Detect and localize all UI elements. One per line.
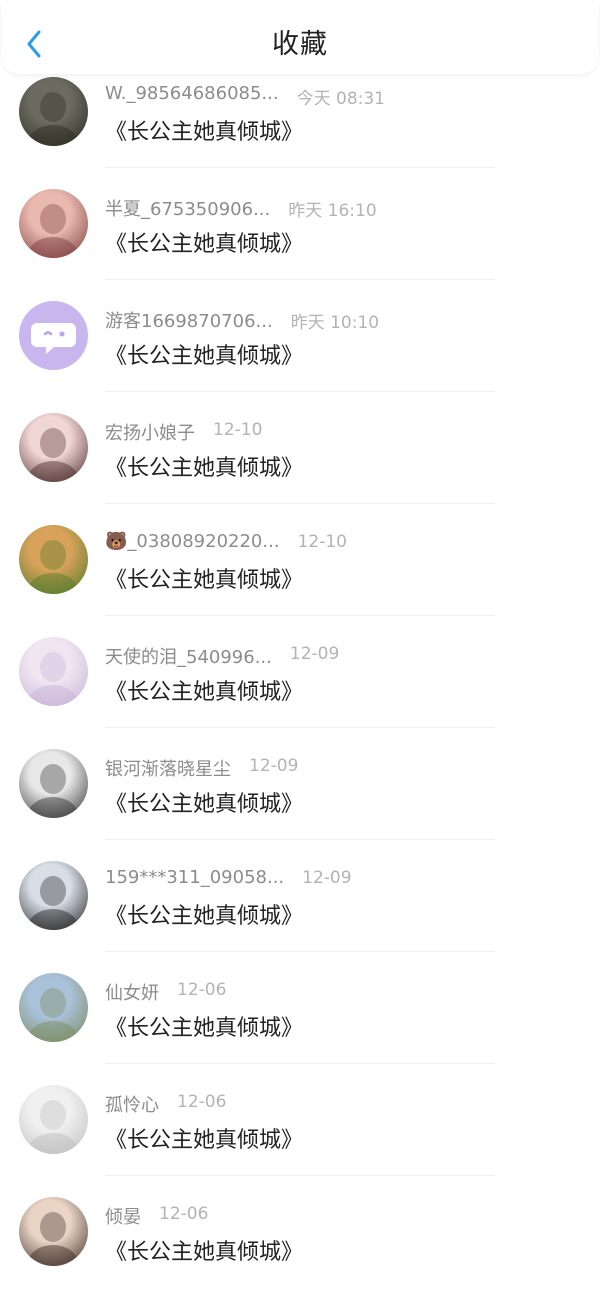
user-name[interactable]: 🐻_03808920220... bbox=[105, 531, 280, 552]
divider bbox=[105, 1175, 495, 1176]
user-name[interactable]: 159***311_09058... bbox=[105, 867, 284, 888]
avatar[interactable] bbox=[19, 973, 88, 1042]
book-title-link[interactable]: 《长公主她真倾城》 bbox=[105, 1122, 303, 1154]
book-title-link[interactable]: 《长公主她真倾城》 bbox=[105, 226, 303, 258]
list-item[interactable]: 宏扬小娘子 12-10 《长公主她真倾城》 bbox=[0, 413, 600, 525]
avatar[interactable] bbox=[19, 525, 88, 594]
divider bbox=[105, 279, 495, 280]
avatar[interactable] bbox=[19, 861, 88, 930]
divider bbox=[105, 727, 495, 728]
profile-photo bbox=[27, 876, 79, 930]
timestamp: 昨天 10:10 bbox=[290, 313, 380, 333]
timestamp: 12-06 bbox=[177, 980, 227, 1000]
book-title-link[interactable]: 《长公主她真倾城》 bbox=[105, 1234, 303, 1266]
user-name[interactable]: 银河渐落晓星尘 bbox=[105, 755, 231, 781]
timestamp: 12-09 bbox=[249, 756, 299, 776]
user-name[interactable]: 倾晏 bbox=[105, 1203, 141, 1229]
list-item[interactable]: W._98564686085... 今天 08:31 《长公主她真倾城》 bbox=[0, 77, 600, 189]
page-title: 收藏 bbox=[272, 29, 328, 60]
profile-photo bbox=[27, 764, 79, 818]
list-item[interactable]: 仙女妍 12-06 《长公主她真倾城》 bbox=[0, 973, 600, 1085]
divider bbox=[105, 1063, 495, 1064]
avatar[interactable] bbox=[19, 301, 88, 370]
list-item[interactable]: 游客1669870706... 昨天 10:10 《长公主她真倾城》 bbox=[0, 301, 600, 413]
profile-photo bbox=[27, 988, 79, 1042]
chat-bubble-icon bbox=[31, 323, 76, 354]
profile-photo bbox=[27, 1212, 79, 1266]
list-item[interactable]: 半夏_675350906... 昨天 16:10 《长公主她真倾城》 bbox=[0, 189, 600, 301]
user-name[interactable]: 孤怜心 bbox=[105, 1091, 159, 1117]
user-name[interactable]: 游客1669870706... bbox=[105, 307, 273, 333]
profile-photo bbox=[27, 652, 79, 706]
book-title-link[interactable]: 《长公主她真倾城》 bbox=[105, 674, 303, 706]
list-item[interactable]: 🐻_03808920220... 12-10 《长公主她真倾城》 bbox=[0, 525, 600, 637]
user-name[interactable]: 宏扬小娘子 bbox=[105, 419, 195, 445]
timestamp: 12-06 bbox=[177, 1092, 227, 1112]
profile-photo bbox=[27, 92, 79, 146]
profile-photo bbox=[27, 204, 79, 258]
timestamp: 12-09 bbox=[302, 868, 352, 888]
avatar[interactable] bbox=[19, 1197, 88, 1266]
profile-photo bbox=[27, 540, 79, 594]
book-title-link[interactable]: 《长公主她真倾城》 bbox=[105, 1010, 303, 1042]
avatar[interactable] bbox=[19, 749, 88, 818]
list-item[interactable]: 孤怜心 12-06 《长公主她真倾城》 bbox=[0, 1085, 600, 1197]
list-item[interactable]: 159***311_09058... 12-09 《长公主她真倾城》 bbox=[0, 861, 600, 973]
book-title-link[interactable]: 《长公主她真倾城》 bbox=[105, 114, 303, 146]
divider bbox=[105, 839, 495, 840]
book-title-link[interactable]: 《长公主她真倾城》 bbox=[105, 338, 303, 370]
timestamp: 12-10 bbox=[213, 420, 263, 440]
list-item[interactable]: 倾晏 12-06 《长公主她真倾城》 bbox=[0, 1197, 600, 1309]
timestamp: 今天 08:31 bbox=[296, 89, 385, 109]
avatar[interactable] bbox=[19, 1085, 88, 1154]
top-nav-bar: 收藏 bbox=[2, 2, 598, 74]
divider bbox=[105, 391, 495, 392]
timestamp: 昨天 16:10 bbox=[288, 201, 377, 221]
divider bbox=[105, 167, 495, 168]
book-title-link[interactable]: 《长公主她真倾城》 bbox=[105, 562, 303, 594]
list-item[interactable]: 银河渐落晓星尘 12-09 《长公主她真倾城》 bbox=[0, 749, 600, 861]
user-name[interactable]: 天使的泪_540996... bbox=[105, 643, 272, 669]
avatar[interactable] bbox=[19, 189, 88, 258]
avatar[interactable] bbox=[19, 637, 88, 706]
list-item[interactable]: 天使的泪_540996... 12-09 《长公主她真倾城》 bbox=[0, 637, 600, 749]
divider bbox=[105, 615, 495, 616]
avatar[interactable] bbox=[19, 413, 88, 482]
profile-photo bbox=[27, 428, 79, 482]
user-name[interactable]: W._98564686085... bbox=[105, 83, 279, 104]
user-name[interactable]: 半夏_675350906... bbox=[105, 195, 270, 221]
user-name[interactable]: 仙女妍 bbox=[105, 979, 159, 1005]
divider bbox=[105, 503, 495, 504]
book-title-link[interactable]: 《长公主她真倾城》 bbox=[105, 450, 303, 482]
timestamp: 12-10 bbox=[297, 532, 347, 552]
profile-photo bbox=[27, 1100, 79, 1154]
book-title-link[interactable]: 《长公主她真倾城》 bbox=[105, 786, 303, 818]
book-title-link[interactable]: 《长公主她真倾城》 bbox=[105, 898, 303, 930]
divider bbox=[105, 951, 495, 952]
timestamp: 12-09 bbox=[289, 644, 340, 664]
avatar[interactable] bbox=[19, 77, 88, 146]
timestamp: 12-06 bbox=[159, 1204, 209, 1224]
